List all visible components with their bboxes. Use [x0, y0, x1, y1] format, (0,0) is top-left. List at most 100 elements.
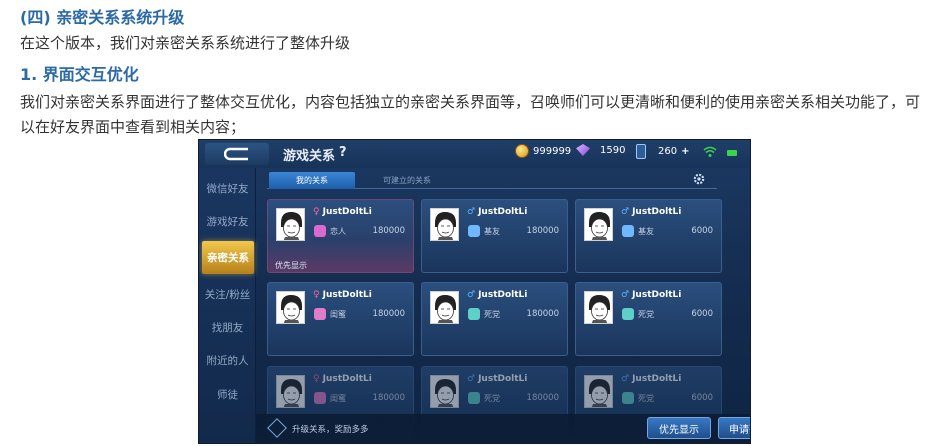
relation-label: 基友 — [638, 227, 654, 236]
coupon-value: 260 — [658, 146, 678, 157]
player-name: ♀ JustDoltLi — [313, 290, 372, 300]
back-button[interactable] — [205, 143, 269, 165]
sidebar-item-wechat-friends[interactable]: 微信好友 — [199, 172, 256, 205]
female-icon: ♀ — [313, 207, 320, 217]
sidebar-item-nearby[interactable]: 附近的人 — [199, 344, 256, 377]
relation-card[interactable]: ♂ JustDoltLi 死党 180000 — [421, 282, 568, 356]
game-screenshot: 游戏关系 ? 999999 1590 260 + 微信好友 游戏好友 亲密关系 … — [198, 139, 751, 444]
bottom-bar: 升级关系，奖励多多 优先显示 申请列表 — [256, 414, 750, 443]
avatar — [584, 291, 613, 324]
relation-label: 死党 — [638, 394, 654, 403]
player-name: ♂ JustDoltLi — [621, 207, 681, 217]
relation-label: 死党 — [638, 310, 654, 319]
male-icon: ♂ — [621, 374, 630, 384]
help-icon[interactable]: ? — [339, 145, 347, 160]
tab-bar: 我的关系 可建立的关系 — [267, 172, 717, 189]
player-name: ♂ JustDoltLi — [621, 374, 681, 384]
avatar — [276, 208, 305, 241]
intimacy-score: 180000 — [372, 393, 405, 403]
male-icon: ♂ — [621, 290, 630, 300]
relation-label: 基友 — [484, 227, 500, 236]
diamond-icon — [576, 144, 590, 156]
sidebar: 微信好友 游戏好友 亲密关系 关注/粉丝 找朋友 附近的人 师徒 — [199, 168, 256, 443]
body-text: 我们对亲密关系界面进行了整体交互优化，内容包括独立的亲密关系界面等，召唤师们可以… — [20, 93, 921, 136]
sidebar-item-intimate-relations[interactable]: 亲密关系 — [202, 241, 254, 274]
intimacy-score: 180000 — [372, 309, 405, 319]
priority-display-label: 优先显示 — [275, 261, 307, 270]
player-name: ♂ JustDoltLi — [467, 207, 527, 217]
settings-gear-icon[interactable] — [693, 173, 705, 185]
relation-card[interactable]: ♀ JustDoltLi 恋人 180000 优先显示 — [267, 199, 414, 273]
tab-available-relations[interactable]: 可建立的关系 — [364, 172, 450, 189]
relation-icon — [314, 308, 326, 320]
gold-coin-icon — [515, 144, 529, 158]
player-name: ♀ JustDoltLi — [313, 374, 372, 384]
player-name: ♂ JustDoltLi — [621, 290, 681, 300]
request-list-button[interactable]: 申请列表 — [718, 417, 750, 439]
relation-label: 死党 — [484, 310, 500, 319]
male-icon: ♂ — [467, 207, 476, 217]
male-icon: ♂ — [621, 207, 630, 217]
relation-icon — [468, 308, 480, 320]
intimacy-score: 6000 — [691, 393, 713, 403]
relation-icon — [314, 225, 326, 237]
promo-diamond-icon — [267, 418, 287, 438]
player-name: ♂ JustDoltLi — [467, 290, 527, 300]
player-name-text: JustDoltLi — [632, 207, 682, 217]
sidebar-item-find-friends[interactable]: 找朋友 — [199, 311, 256, 344]
intro-text: 在这个版本，我们对亲密关系系统进行了整体升级 — [20, 34, 351, 52]
intimacy-score: 180000 — [526, 309, 559, 319]
intimacy-score: 180000 — [372, 226, 405, 236]
player-name-text: JustDoltLi — [632, 374, 682, 384]
avatar — [584, 375, 613, 408]
intimacy-score: 6000 — [691, 226, 713, 236]
relation-icon — [468, 392, 480, 404]
relation-icon — [622, 392, 634, 404]
sidebar-item-game-friends[interactable]: 游戏好友 — [199, 205, 256, 238]
relation-card[interactable]: ♀ JustDoltLi 闺蜜 180000 — [267, 282, 414, 356]
male-icon: ♂ — [467, 290, 476, 300]
avatar — [276, 375, 305, 408]
sidebar-item-follow-fans[interactable]: 关注/粉丝 — [199, 278, 256, 311]
player-name-text: JustDoltLi — [632, 290, 682, 300]
diamond-resource: 1590 — [576, 144, 625, 156]
relation-card[interactable]: ♂ JustDoltLi 基友 6000 — [575, 199, 722, 273]
relation-card[interactable]: ♂ JustDoltLi 基友 180000 — [421, 199, 568, 273]
relation-label: 恋人 — [330, 227, 346, 236]
female-icon: ♀ — [313, 290, 320, 300]
avatar — [584, 208, 613, 241]
relation-icon — [622, 225, 634, 237]
player-name-text: JustDoltLi — [322, 290, 372, 300]
top-bar: 游戏关系 ? 999999 1590 260 + — [199, 140, 750, 168]
relation-icon — [622, 308, 634, 320]
coupon-icon — [636, 144, 646, 159]
intimacy-score: 6000 — [691, 309, 713, 319]
avatar — [430, 291, 459, 324]
player-name-text: JustDoltLi — [322, 207, 372, 217]
relation-label: 闺蜜 — [330, 310, 346, 319]
avatar — [276, 291, 305, 324]
relation-icon — [468, 225, 480, 237]
player-name-text: JustDoltLi — [322, 374, 372, 384]
relation-card[interactable]: ♂ JustDoltLi 死党 6000 — [575, 282, 722, 356]
female-icon: ♀ — [313, 374, 320, 384]
page-title: 游戏关系 — [283, 149, 336, 164]
section-title: (四) 亲密关系系统升级 — [20, 8, 185, 27]
add-coupon-button[interactable]: + — [681, 146, 689, 157]
gold-resource: 999999 — [515, 144, 571, 158]
intimacy-score: 180000 — [526, 393, 559, 403]
intimacy-score: 180000 — [526, 226, 559, 236]
relation-icon — [314, 392, 326, 404]
sub-title: 1. 界面交互优化 — [20, 65, 139, 84]
tab-my-relations[interactable]: 我的关系 — [269, 172, 355, 189]
back-arrow-icon — [224, 147, 248, 161]
avatar — [430, 208, 459, 241]
coupon-resource: 260 + — [636, 144, 689, 159]
player-name-text: JustDoltLi — [478, 374, 528, 384]
gold-value: 999999 — [533, 145, 572, 157]
battery-icon — [727, 150, 737, 156]
sidebar-item-mentor[interactable]: 师徒 — [199, 378, 256, 411]
avatar — [430, 375, 459, 408]
relation-label: 闺蜜 — [330, 394, 346, 403]
priority-display-button[interactable]: 优先显示 — [647, 417, 711, 439]
